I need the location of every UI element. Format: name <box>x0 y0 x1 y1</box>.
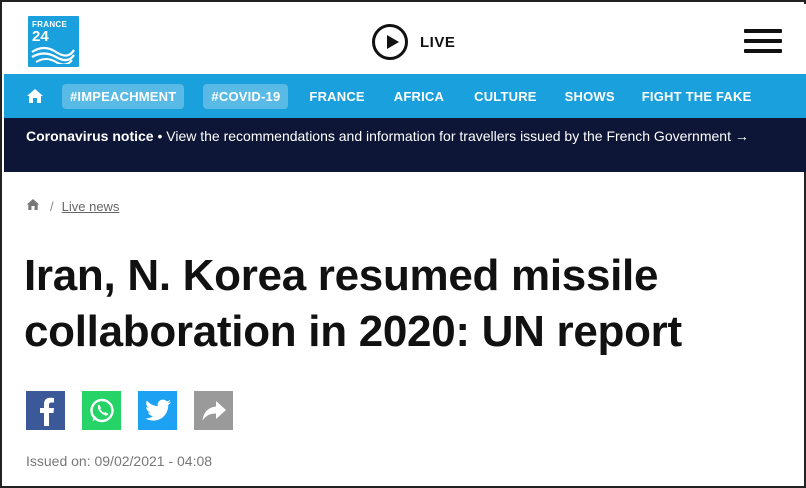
live-button[interactable]: LIVE <box>372 24 455 60</box>
page-frame: FRANCE 24 LIVE #IMPEACHMENT #COVID-19 FR… <box>0 0 806 488</box>
coronavirus-notice[interactable]: Coronavirus notice • View the recommenda… <box>4 118 806 172</box>
nav-item-impeachment[interactable]: #IMPEACHMENT <box>62 83 185 109</box>
facebook-icon <box>39 397 54 426</box>
france24-logo[interactable]: FRANCE 24 <box>28 16 79 67</box>
live-label: LIVE <box>420 33 456 51</box>
facebook-share-button[interactable] <box>26 391 65 430</box>
notice-title: Coronavirus notice <box>26 128 154 144</box>
article-title-line1: Iran, N. Korea resumed missile <box>24 251 659 300</box>
nav-item-covid19[interactable]: #COVID-19 <box>203 83 289 109</box>
share-button[interactable] <box>194 391 233 430</box>
share-bar <box>26 391 250 430</box>
issued-date: Issued on: 09/02/2021 - 04:08 <box>26 453 213 469</box>
twitter-icon <box>144 399 171 421</box>
nav-item-shows[interactable]: SHOWS <box>565 89 615 104</box>
breadcrumb: / Live news <box>26 198 119 214</box>
notice-text: • View the recommendations and informati… <box>153 128 749 144</box>
menu-icon[interactable] <box>744 29 782 55</box>
breadcrumb-separator: / <box>50 198 54 214</box>
main-nav: #IMPEACHMENT #COVID-19 FRANCE AFRICA CUL… <box>4 74 806 118</box>
whatsapp-share-button[interactable] <box>82 391 121 430</box>
logo-waves-icon <box>31 46 75 64</box>
share-icon <box>202 400 226 420</box>
home-icon[interactable] <box>26 88 44 104</box>
breadcrumb-home-icon[interactable] <box>26 198 40 214</box>
nav-item-france[interactable]: FRANCE <box>309 89 364 104</box>
whatsapp-icon <box>89 398 114 422</box>
play-icon <box>372 24 408 60</box>
nav-item-fight-the-fake[interactable]: FIGHT THE FAKE <box>642 89 752 104</box>
nav-item-culture[interactable]: CULTURE <box>474 89 537 104</box>
article-title-line2: collaboration in 2020: UN report <box>24 307 682 356</box>
twitter-share-button[interactable] <box>138 391 177 430</box>
nav-item-africa[interactable]: AFRICA <box>394 89 444 104</box>
site-header: FRANCE 24 LIVE <box>4 4 806 74</box>
breadcrumb-link-live-news[interactable]: Live news <box>62 199 120 214</box>
article-title: Iran, N. Korea resumed missile collabora… <box>24 248 784 360</box>
